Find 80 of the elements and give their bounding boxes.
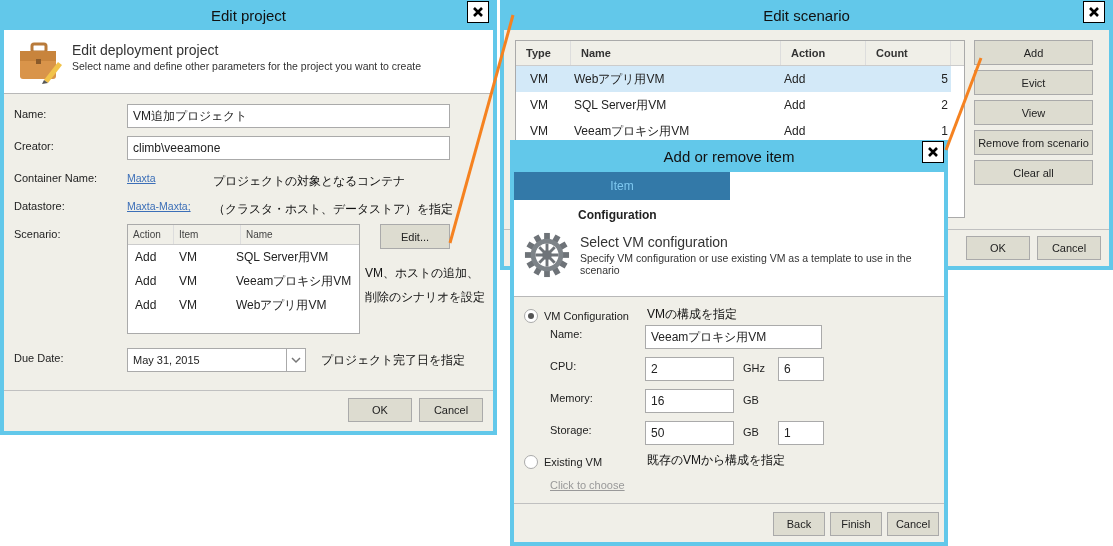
annotation-text: プロジェクトの対象となるコンテナ xyxy=(213,173,405,190)
column-header: Name xyxy=(245,228,274,242)
input-field[interactable]: 1 xyxy=(778,421,824,445)
column-header: Action xyxy=(781,41,866,65)
column-header: Action xyxy=(128,225,174,244)
side-button[interactable]: Add xyxy=(974,40,1093,65)
window-title: Edit project xyxy=(210,6,286,24)
close-icon[interactable] xyxy=(1083,1,1105,23)
header-title: Edit deployment project xyxy=(72,42,220,58)
table-cell-text: VM xyxy=(178,274,198,288)
annotation-text: （クラスタ・ホスト、データストア）を指定 xyxy=(213,201,453,218)
annotation-text: プロジェクト完了日を指定 xyxy=(321,352,465,369)
field-label: Container Name: xyxy=(14,171,99,184)
date-picker[interactable]: May 31, 2015 xyxy=(127,348,306,372)
field-label: Scenario: xyxy=(14,227,62,240)
annotation-text: VMの構成を指定 xyxy=(647,305,737,323)
input-field[interactable]: VM追加プロジェクト xyxy=(127,104,450,128)
table-cell-text: VM xyxy=(178,298,198,312)
annotation-text: VM、ホストの追加、 xyxy=(365,265,480,282)
gear-icon xyxy=(524,232,570,278)
table-row[interactable]: VM Webアプリ用VM Add 5 xyxy=(516,66,951,92)
field-label: Due Date: xyxy=(14,351,65,364)
dialog-button[interactable]: Cancel xyxy=(887,512,939,536)
table-row[interactable]: VM Veeamプロキシ用VM Add 1 xyxy=(516,118,951,144)
side-button[interactable]: Clear all xyxy=(974,160,1093,185)
field-label: CPU: xyxy=(550,359,578,372)
field-label: Datastore: xyxy=(14,199,66,212)
header-title: Select VM configuration xyxy=(580,234,729,250)
annotation-text: 削除のシナリオを設定 xyxy=(365,289,485,306)
header-subtitle: Select name and define other parameters for the project you want to create xyxy=(72,60,422,72)
side-button[interactable]: View xyxy=(974,100,1093,125)
section-title: Configuration xyxy=(577,207,658,222)
link[interactable]: Maxta xyxy=(127,168,213,184)
table-cell-text: Add xyxy=(134,274,158,288)
unit-label: GB xyxy=(742,393,760,406)
unit-label: GB xyxy=(742,425,760,438)
dialog-button[interactable]: Back xyxy=(773,512,825,536)
radio-label: Existing VM xyxy=(544,456,604,468)
edit-button[interactable]: Edit... xyxy=(380,224,450,249)
dialog-button[interactable]: Cancel xyxy=(419,398,483,422)
input-field[interactable]: Veeamプロキシ用VM xyxy=(645,325,822,349)
link[interactable]: Maxta-Maxta; xyxy=(127,196,213,212)
table-cell-text: Veeamプロキシ用VM xyxy=(235,272,353,290)
input-field[interactable]: 50 xyxy=(645,421,734,445)
input-field[interactable]: 6 xyxy=(778,357,824,381)
header-subtitle: Specify VM configuration or use existing VM as a template to use in the scenario xyxy=(580,252,913,276)
side-button[interactable]: Evict xyxy=(974,70,1093,95)
side-button[interactable]: Remove from scenario xyxy=(974,130,1093,155)
column-header: Type xyxy=(516,41,571,65)
field-label: Memory: xyxy=(550,391,594,404)
table-row[interactable]: VM SQL Server用VM Add 2 xyxy=(516,92,951,118)
field-label: Name: xyxy=(14,107,48,120)
table-cell-text: VM xyxy=(178,250,198,264)
dialog-button[interactable]: OK xyxy=(348,398,412,422)
radio-button[interactable] xyxy=(524,309,538,323)
unit-label: GHz xyxy=(742,361,766,374)
close-icon[interactable] xyxy=(922,141,944,163)
field-label: Storage: xyxy=(550,423,593,436)
input-field[interactable]: climb\veeamone xyxy=(127,136,450,160)
window-title: Add or remove item xyxy=(663,147,795,165)
window-title: Edit scenario xyxy=(763,6,850,24)
column-header: Item xyxy=(174,225,241,244)
dialog-button[interactable]: Finish xyxy=(830,512,882,536)
dialog-button[interactable]: OK xyxy=(966,236,1030,260)
table-cell-text: Webアプリ用VM xyxy=(235,296,328,314)
radio-label: VM Configuration xyxy=(544,310,630,322)
column-header: Count xyxy=(866,41,951,65)
field-label: Creator: xyxy=(14,139,55,152)
column-header: Name xyxy=(571,41,781,65)
dialog-button[interactable]: Cancel xyxy=(1037,236,1101,260)
input-field[interactable]: 16 xyxy=(645,389,734,413)
field-label: Name: xyxy=(550,327,584,340)
input-field[interactable]: 2 xyxy=(645,357,734,381)
table-cell-text: Add xyxy=(134,298,158,312)
table-cell-text: SQL Server用VM xyxy=(235,248,330,266)
close-icon[interactable] xyxy=(467,1,489,23)
radio-button[interactable] xyxy=(524,455,538,469)
briefcase-icon xyxy=(18,40,62,84)
table-cell-text: Add xyxy=(134,250,158,264)
annotation-text: 既存のVMから構成を指定 xyxy=(647,451,785,469)
